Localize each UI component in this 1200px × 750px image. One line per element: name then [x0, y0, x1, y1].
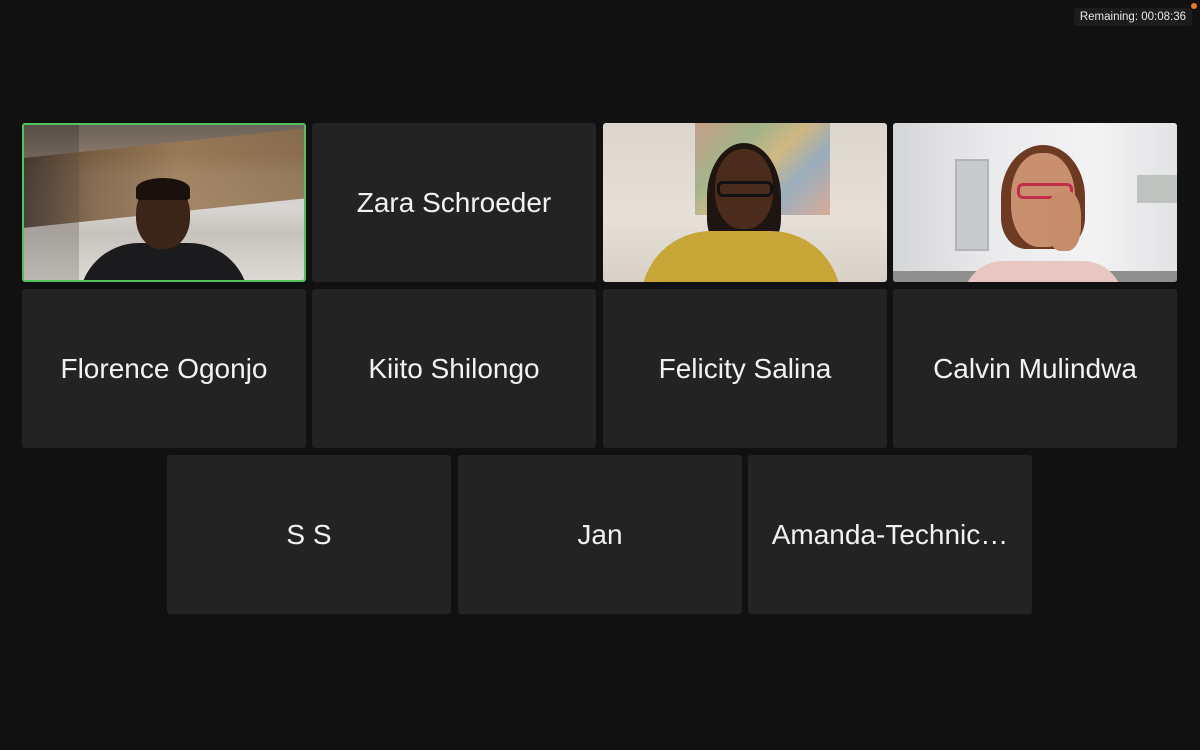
- remaining-time-indicator: Remaining: 00:08:36: [1073, 8, 1192, 26]
- participant-name: Kiito Shilongo: [368, 352, 540, 384]
- recording-dot-icon: [1191, 3, 1197, 9]
- participant-name: Florence Ogonjo: [60, 352, 268, 384]
- participant-tile[interactable]: Florence Ogonjo: [22, 289, 306, 448]
- participant-name: S S: [286, 518, 332, 550]
- meeting-gallery-view: Remaining: 00:08:36 Zara Schroeder Flore…: [0, 0, 1200, 750]
- participant-tile[interactable]: Calvin Mulindwa: [893, 289, 1177, 448]
- participant-tile[interactable]: Zara Schroeder: [312, 123, 596, 282]
- participant-tile[interactable]: S S: [167, 455, 451, 614]
- participant-tile[interactable]: Felicity Salina: [603, 289, 887, 448]
- participant-name: Zara Schroeder: [356, 186, 552, 218]
- participant-name: Jan: [577, 518, 623, 550]
- remaining-time-label: Remaining: 00:08:36: [1079, 11, 1186, 23]
- participant-video-tile[interactable]: [603, 123, 887, 282]
- participant-tile[interactable]: Jan: [458, 455, 742, 614]
- participant-tile[interactable]: Amanda-Technic…: [748, 455, 1032, 614]
- participant-name: Amanda-Technic…: [771, 518, 1009, 550]
- participant-video-tile[interactable]: [22, 123, 306, 282]
- participant-name: Calvin Mulindwa: [933, 352, 1137, 384]
- participant-name: Felicity Salina: [658, 352, 832, 384]
- participant-video: [24, 125, 304, 280]
- participant-video: [603, 123, 887, 282]
- participant-tile[interactable]: Kiito Shilongo: [312, 289, 596, 448]
- participant-video: [893, 123, 1177, 282]
- participant-video-tile[interactable]: [893, 123, 1177, 282]
